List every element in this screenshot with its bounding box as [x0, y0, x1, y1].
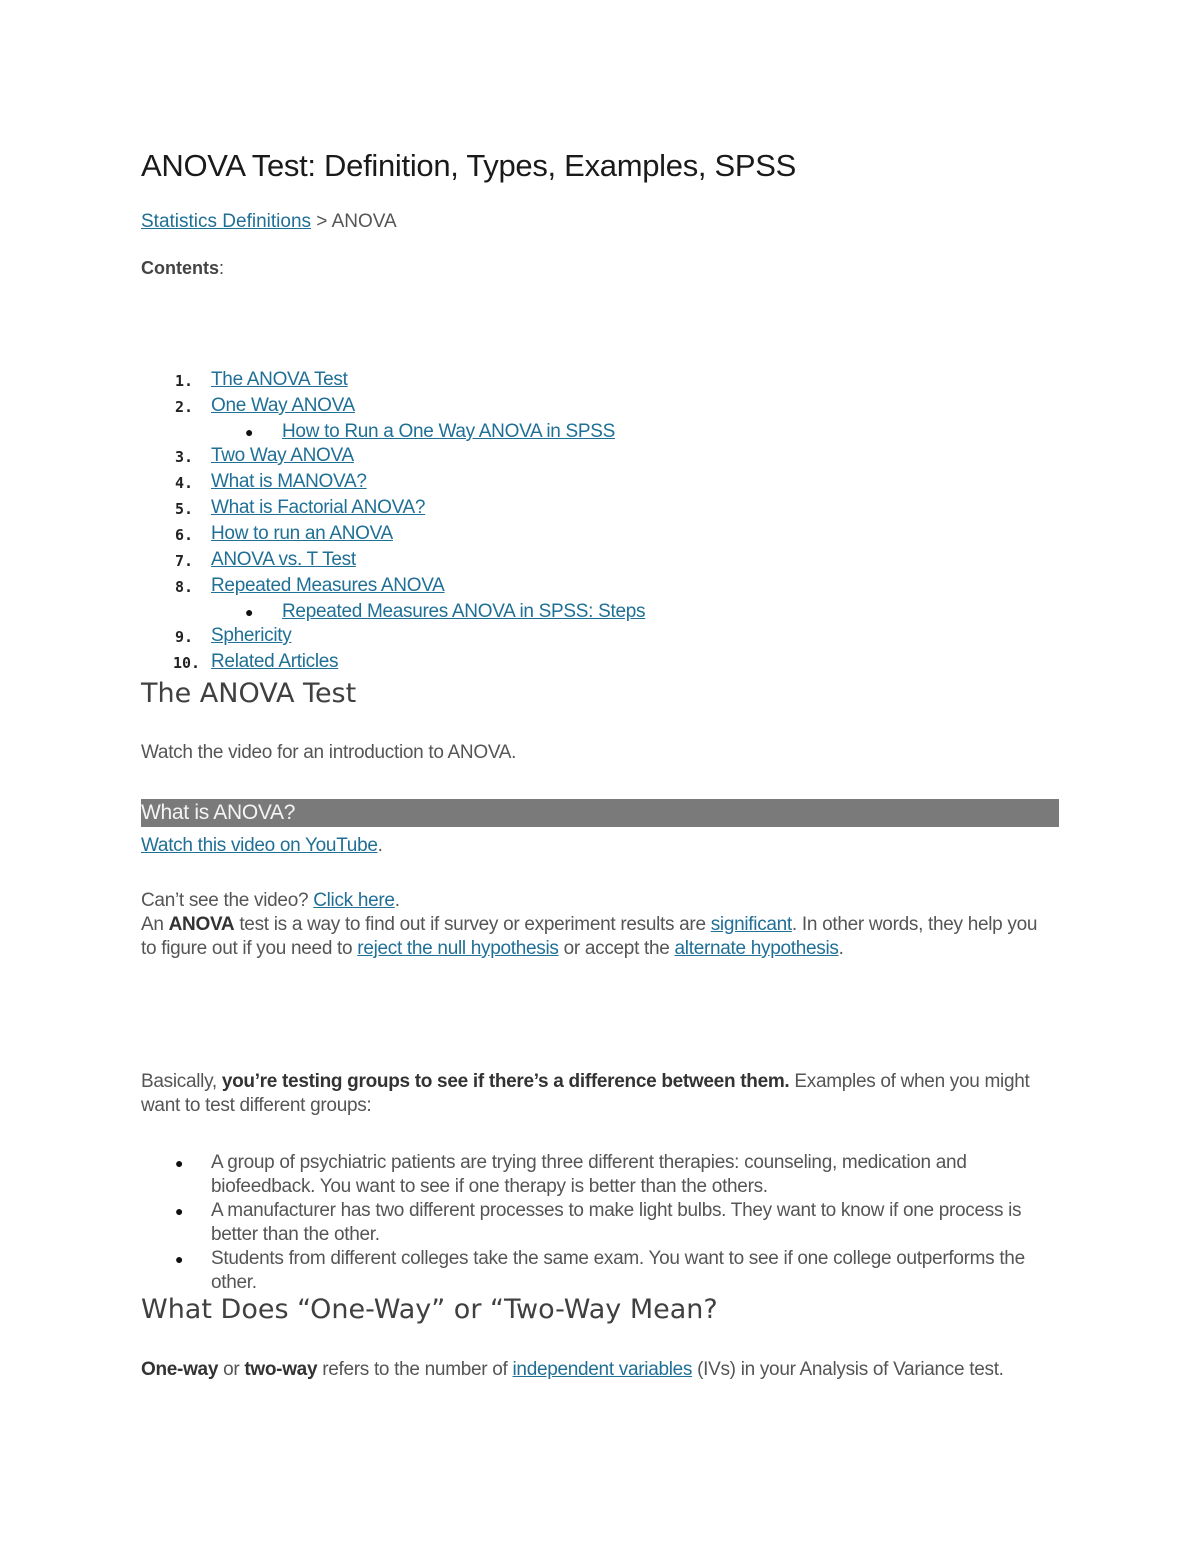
bullet-icon: ●	[175, 1155, 184, 1171]
toc-number: 10.	[173, 654, 201, 672]
bullet-icon: ●	[245, 604, 254, 620]
toc-number: 6.	[175, 526, 194, 544]
text: (IVs) in your Analysis of Variance test.	[692, 1359, 1004, 1380]
page-title: ANOVA Test: Definition, Types, Examples,…	[141, 148, 797, 183]
toc-number: 7.	[175, 552, 194, 570]
basically-paragraph: Basically, you’re testing groups to see …	[141, 1070, 1051, 1118]
text: An	[141, 914, 169, 935]
contents-colon: :	[219, 258, 225, 278]
toc-link-repeated-measures-spss[interactable]: Repeated Measures ANOVA in SPSS: Steps	[282, 600, 645, 624]
video-title-bar[interactable]: What is ANOVA?	[141, 799, 1059, 827]
example-text: A group of psychiatric patients are tryi…	[211, 1152, 967, 1197]
toc-number: 5.	[175, 500, 194, 518]
contents-label: Contents:	[141, 258, 224, 279]
youtube-link[interactable]: Watch this video on YouTube	[141, 835, 378, 856]
breadcrumb-separator: >	[311, 211, 332, 232]
example-item: ● A group of psychiatric patients are try…	[141, 1151, 1041, 1199]
text: test is a way to find out if survey or e…	[234, 914, 711, 935]
toc-number: 2.	[175, 398, 194, 416]
independent-variables-link[interactable]: independent variables	[513, 1359, 693, 1380]
significant-link[interactable]: significant	[711, 914, 793, 935]
toc-number: 9.	[175, 628, 194, 646]
punct: .	[394, 890, 400, 911]
breadcrumb-current: ANOVA	[331, 211, 397, 232]
toc-number: 8.	[175, 578, 194, 596]
example-item: ● A manufacturer has two different proces…	[141, 1199, 1041, 1247]
section-heading-one-way-two-way: What Does “One-Way” or “Two-Way Mean?	[141, 1294, 718, 1325]
toc-number: 4.	[175, 474, 194, 492]
click-here-link[interactable]: Click here	[313, 890, 395, 911]
toc-link-factorial-anova[interactable]: What is Factorial ANOVA?	[211, 496, 425, 520]
toc-link-two-way-anova[interactable]: Two Way ANOVA	[211, 444, 354, 468]
toc-link-manova[interactable]: What is MANOVA?	[211, 470, 367, 494]
breadcrumb-link-statistics-definitions[interactable]: Statistics Definitions	[141, 211, 311, 232]
toc-link-related-articles[interactable]: Related Articles	[211, 650, 339, 674]
toc-link-one-way-anova-spss[interactable]: How to Run a One Way ANOVA in SPSS	[282, 420, 615, 444]
text: or	[218, 1359, 245, 1380]
bold-two-way: two-way	[244, 1359, 318, 1380]
bullet-icon: ●	[175, 1251, 184, 1267]
toc-link-sphericity[interactable]: Sphericity	[211, 624, 292, 648]
toc-link-repeated-measures[interactable]: Repeated Measures ANOVA	[211, 574, 445, 598]
example-item: ● Students from different colleges take t…	[141, 1247, 1041, 1295]
bold-one-way: One-way	[141, 1359, 219, 1380]
example-text: A manufacturer has two different process…	[211, 1200, 1022, 1245]
toc-number: 3.	[175, 448, 194, 466]
breadcrumb: Statistics Definitions > ANOVA	[141, 211, 397, 233]
contents-label-text: Contents	[141, 258, 219, 278]
toc-link-how-to-run[interactable]: How to run an ANOVA	[211, 522, 393, 546]
text: Basically,	[141, 1071, 222, 1092]
anova-definition-paragraph: An ANOVA test is a way to find out if su…	[141, 913, 1041, 961]
text: or accept the	[558, 938, 675, 959]
toc-link-one-way-anova[interactable]: One Way ANOVA	[211, 394, 355, 418]
section-heading-anova-test: The ANOVA Test	[141, 678, 357, 709]
text: refers to the number of	[317, 1359, 513, 1380]
bullet-icon: ●	[175, 1203, 184, 1219]
toc-link-the-anova-test[interactable]: The ANOVA Test	[211, 368, 348, 392]
bold-anova: ANOVA	[168, 914, 235, 935]
toc-link-anova-vs-t-test[interactable]: ANOVA vs. T Test	[211, 548, 356, 572]
youtube-line: Watch this video on YouTube.	[141, 834, 383, 858]
example-text: Students from different colleges take th…	[211, 1248, 1025, 1293]
bold-statement: you’re testing groups to see if there’s …	[221, 1071, 790, 1092]
examples-list: ● A group of psychiatric patients are try…	[141, 1151, 1041, 1295]
cant-see-text: Can’t see the video?	[141, 890, 314, 911]
reject-null-hypothesis-link[interactable]: reject the null hypothesis	[357, 938, 559, 959]
toc-number: 1.	[175, 372, 194, 390]
cant-see-line: Can’t see the video? Click here.	[141, 889, 400, 913]
alternate-hypothesis-link[interactable]: alternate hypothesis	[675, 938, 839, 959]
bullet-icon: ●	[245, 424, 254, 440]
punct: .	[377, 835, 383, 856]
intro-text: Watch the video for an introduction to A…	[141, 742, 517, 763]
one-way-two-way-paragraph: One-way or two-way refers to the number …	[141, 1358, 1021, 1382]
text: .	[838, 938, 844, 959]
